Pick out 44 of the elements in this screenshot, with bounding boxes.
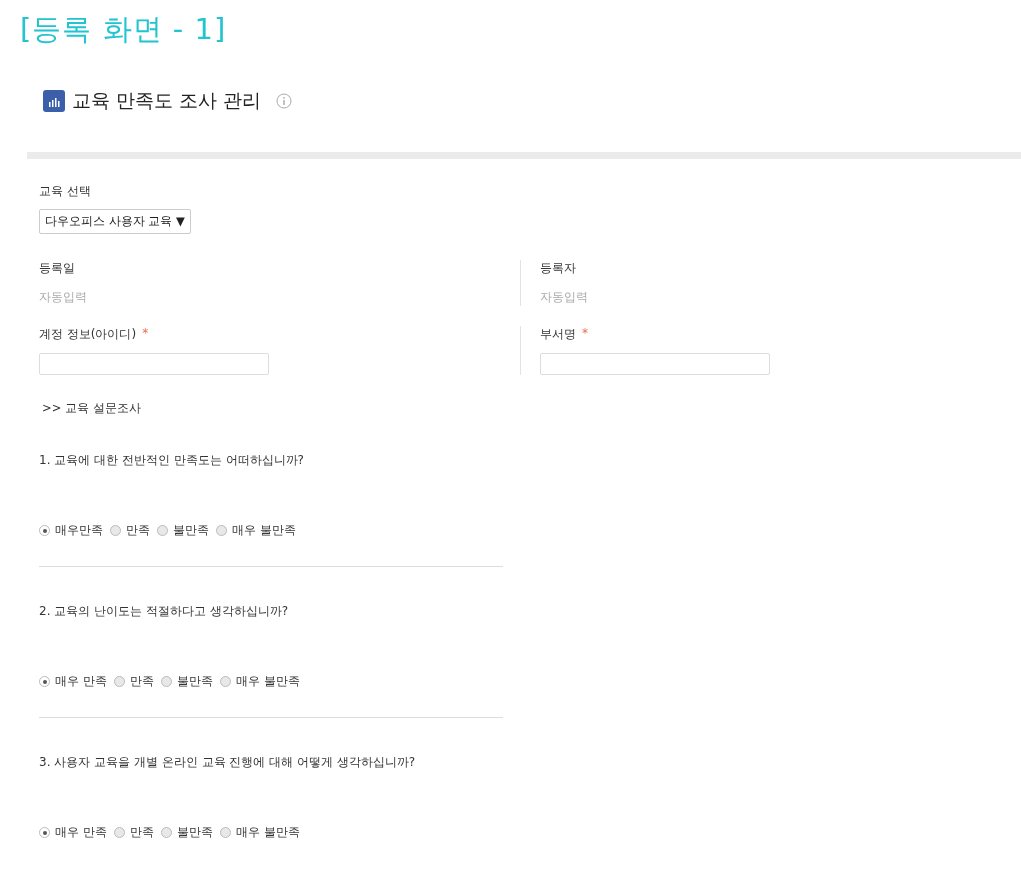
- required-mark: *: [142, 326, 149, 342]
- option-label: 매우만족: [55, 522, 103, 539]
- field-label: 교육 선택: [39, 183, 92, 200]
- input-field[interactable]: [39, 353, 269, 375]
- course-dropdown[interactable]: 다우오피스 사용자 교육 ▼: [39, 209, 191, 234]
- question-text: 2. 교육의 난이도는 적절하다고 생각하십니까?: [39, 603, 290, 620]
- radio-button[interactable]: [113, 676, 125, 687]
- field-label: 계정 정보(아이디): [39, 326, 137, 343]
- option-label: 매우 만족: [55, 673, 107, 690]
- option-label: 만족: [129, 824, 154, 841]
- input-field[interactable]: [540, 353, 770, 375]
- question-text: 3. 사용자 교육을 개별 온라인 교육 진행에 대해 어떻게 생각하십니까?: [39, 754, 417, 771]
- radio-button[interactable]: [160, 827, 172, 838]
- radio-button[interactable]: [219, 827, 231, 838]
- option-label: 매우 불만족: [235, 824, 300, 841]
- radio-button[interactable]: [39, 827, 50, 838]
- option-label: 만족: [129, 673, 154, 690]
- radio-button[interactable]: [219, 676, 231, 687]
- radio-button[interactable]: [160, 676, 172, 687]
- required-mark: *: [582, 326, 588, 342]
- radio-button[interactable]: [39, 525, 50, 536]
- info-icon[interactable]: [276, 93, 293, 109]
- field-label: 등록자: [540, 260, 576, 277]
- option-label: 매우 만족: [55, 824, 107, 841]
- option-label: 불만족: [176, 824, 213, 841]
- radio-button[interactable]: [113, 827, 125, 838]
- option-label: 만족: [126, 522, 150, 539]
- field-value: 자동입력: [39, 289, 88, 306]
- radio-button[interactable]: [39, 676, 50, 687]
- question-text: 1. 교육에 대한 전반적인 만족도는 어떠하십니까?: [39, 452, 305, 469]
- radio-button[interactable]: [157, 525, 168, 536]
- bar-chart-icon: [43, 90, 65, 112]
- option-label: 매우 불만족: [235, 673, 300, 690]
- field-label: 등록일: [39, 260, 75, 277]
- field-label: 부서명: [540, 326, 576, 343]
- option-label: 불만족: [176, 673, 213, 690]
- screen-caption: [등록 화면 - 1]: [19, 11, 228, 48]
- radio-button[interactable]: [216, 525, 227, 536]
- radio-button[interactable]: [110, 525, 121, 536]
- section-title: >> 교육 설문조사: [41, 401, 142, 416]
- option-label: 매우 불만족: [232, 522, 296, 539]
- option-label: 불만족: [173, 522, 209, 539]
- page-title: 교육 만족도 조사 관리: [72, 88, 262, 113]
- field-value: 자동입력: [540, 289, 589, 306]
